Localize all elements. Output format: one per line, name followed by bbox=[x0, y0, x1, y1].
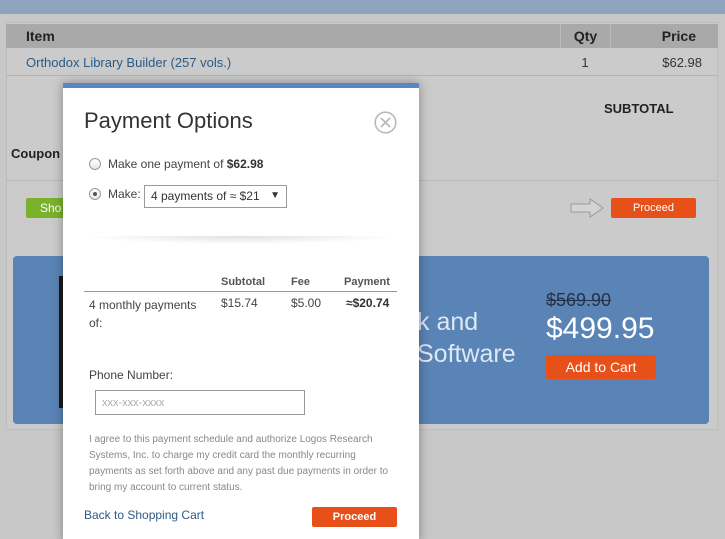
caret-down-icon: ▼ bbox=[270, 190, 280, 201]
header-subtotal: Subtotal bbox=[221, 276, 265, 288]
subtotal-label: SUBTOTAL bbox=[604, 101, 674, 116]
separator bbox=[83, 236, 399, 244]
agreement-text: I agree to this payment schedule and aut… bbox=[89, 434, 389, 493]
table-row: Orthodox Library Builder (257 vols.) 1 $… bbox=[6, 48, 718, 76]
cart-table-header: Item Qty Price bbox=[6, 24, 718, 48]
proceed-button[interactable]: Proceed bbox=[312, 507, 397, 527]
row-description: 4 monthly payments of: bbox=[89, 298, 197, 330]
promo-headline-line1: k and bbox=[417, 308, 479, 336]
top-strip bbox=[0, 0, 725, 14]
payment-options-modal: Payment Options Make one payment of $62.… bbox=[63, 83, 419, 539]
option-single-prefix: Make one payment of bbox=[108, 157, 227, 171]
back-to-cart-link[interactable]: Back to Shopping Cart bbox=[84, 508, 204, 522]
installment-plan-select[interactable]: 4 payments of ≈ $21 ▼ bbox=[144, 185, 287, 208]
header-qty: Qty bbox=[560, 24, 610, 48]
option-single-label: Make one payment of $62.98 bbox=[108, 157, 263, 171]
row-fee: $5.00 bbox=[291, 296, 322, 310]
cart-item-qty: 1 bbox=[581, 55, 589, 70]
cart-proceed-button[interactable]: Proceed bbox=[611, 198, 696, 218]
promo-old-price: $569.90 bbox=[546, 290, 612, 310]
phone-input[interactable] bbox=[95, 390, 305, 415]
row-payment-value: ≈$20.74 bbox=[346, 296, 390, 310]
radio-single-payment[interactable] bbox=[89, 158, 101, 170]
promo-headline-line2: Software bbox=[417, 340, 516, 368]
phone-label: Phone Number: bbox=[89, 368, 174, 382]
table-divider bbox=[84, 291, 397, 292]
row-payment: ≈$20.74 bbox=[346, 296, 389, 310]
add-to-cart-button[interactable]: Add to Cart bbox=[546, 355, 656, 379]
close-icon[interactable] bbox=[374, 111, 397, 134]
modal-title: Payment Options bbox=[84, 108, 253, 133]
cart-item-link[interactable]: Orthodox Library Builder (257 vols.) bbox=[26, 55, 231, 70]
header-payment: Payment bbox=[344, 276, 390, 288]
option-installments-label: Make: bbox=[108, 187, 141, 201]
selected-plan-value: 4 payments of ≈ $21 bbox=[151, 189, 260, 203]
header-fee: Fee bbox=[291, 276, 310, 288]
coupon-label: Coupon bbox=[11, 146, 61, 161]
promo-new-price: $499.95 bbox=[546, 312, 655, 345]
row-subtotal: $15.74 bbox=[221, 296, 258, 310]
header-price: Price bbox=[610, 24, 718, 48]
cart-item-price: $62.98 bbox=[662, 55, 702, 70]
header-item: Item bbox=[26, 28, 55, 44]
option-single-amount: $62.98 bbox=[226, 157, 264, 171]
arrow-right-icon bbox=[570, 198, 604, 218]
radio-installments[interactable] bbox=[89, 188, 101, 200]
